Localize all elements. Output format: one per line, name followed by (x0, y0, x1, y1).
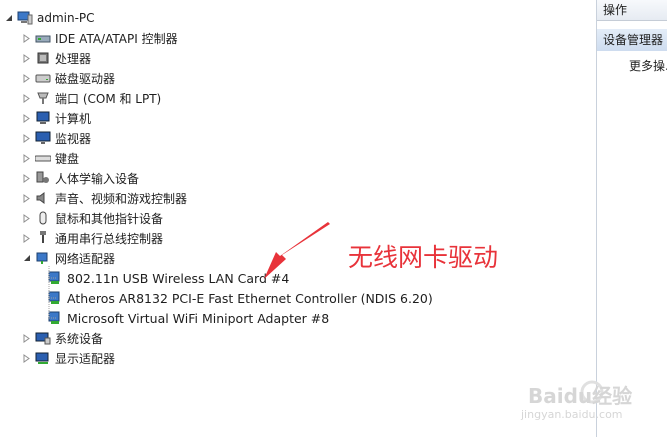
watermark-text: Baidu经验 (528, 384, 633, 408)
annotation-arrow-shape (264, 222, 330, 279)
annotation-text: 无线网卡驱动 (348, 243, 499, 272)
annotation-arrow (264, 222, 330, 279)
watermark-url: jingyan.baidu.com (521, 408, 623, 421)
